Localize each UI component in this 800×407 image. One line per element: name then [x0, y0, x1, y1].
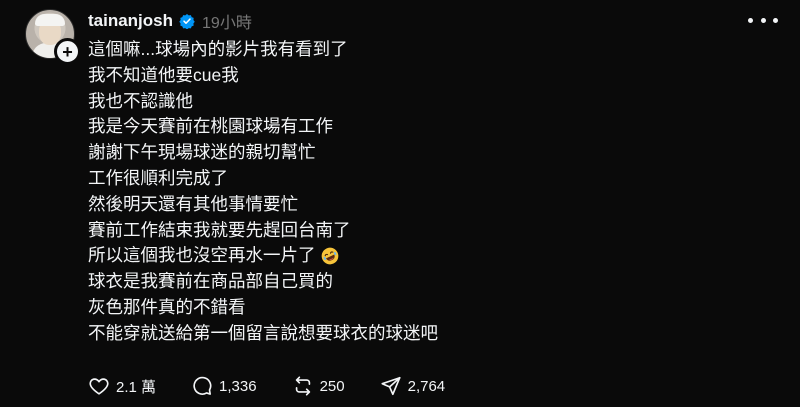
more-dot [748, 17, 753, 23]
comment-icon [193, 376, 212, 395]
like-button[interactable]: 2.1 萬 [88, 375, 156, 397]
repost-count: 250 [319, 377, 345, 395]
heart-icon [89, 378, 109, 395]
post-text-line: 賽前工作結束我就要先趕回台南了 [88, 219, 351, 240]
post-header: tainanjosh 19小時 [88, 9, 252, 33]
plus-icon: + [62, 41, 73, 62]
post-text-line: 我不知道他要cue我 [88, 64, 239, 85]
share-button[interactable]: 2,764 [380, 375, 446, 397]
more-dot [760, 17, 766, 23]
verified-badge-icon [179, 14, 195, 29]
post-text-line: 我也不認識他 [88, 90, 193, 111]
avatar-cap [35, 14, 65, 26]
post-time[interactable]: 19小時 [202, 9, 252, 33]
post-text-line: 工作很順利完成了 [88, 167, 228, 188]
comment-count: 1,336 [219, 377, 257, 395]
like-count: 2.1 萬 [116, 378, 157, 396]
post-text-line: 然後明天還有其他事情要忙 [88, 193, 298, 214]
username[interactable]: tainanjosh [88, 11, 173, 31]
post-text-line: 灰色那件真的不錯看 [88, 296, 246, 317]
rolling-on-the-floor-laughing-emoji [321, 247, 338, 265]
post-text-line: 我是今天賽前在桃園球場有工作 [88, 116, 333, 137]
post-text-line: 不能穿就送給第一個留言說想要球衣的球迷吧 [88, 322, 438, 343]
post-text-line: 所以這個我也沒空再水一片了 [88, 245, 316, 266]
repost-icon [295, 376, 310, 396]
post-text-line: 這個嘛...球場內的影片我有看到了 [88, 39, 348, 59]
post-text-line: 球衣是我賽前在商品部自己買的 [88, 271, 333, 292]
repost-button[interactable]: 250 [292, 375, 345, 397]
post-text-line-with-emoji: 所以這個我也沒空再水一片了 [88, 243, 778, 269]
send-icon [381, 376, 401, 396]
more-dot [773, 17, 778, 23]
post-text-line: 謝謝下午現場球迷的親切幫忙 [88, 142, 316, 163]
post-body: 這個嘛...球場內的影片我有看到了 我不知道他要cue我 我也不認識他 我是今天… [88, 37, 778, 347]
more-options-button[interactable] [748, 10, 778, 30]
share-count: 2,764 [407, 377, 446, 395]
post-actions: 2.1 萬 1,336 250 2,764 [88, 374, 480, 398]
avatar-container[interactable]: + [25, 9, 81, 65]
follow-plus-button[interactable]: + [54, 38, 81, 65]
comment-button[interactable]: 1,336 [191, 375, 257, 397]
